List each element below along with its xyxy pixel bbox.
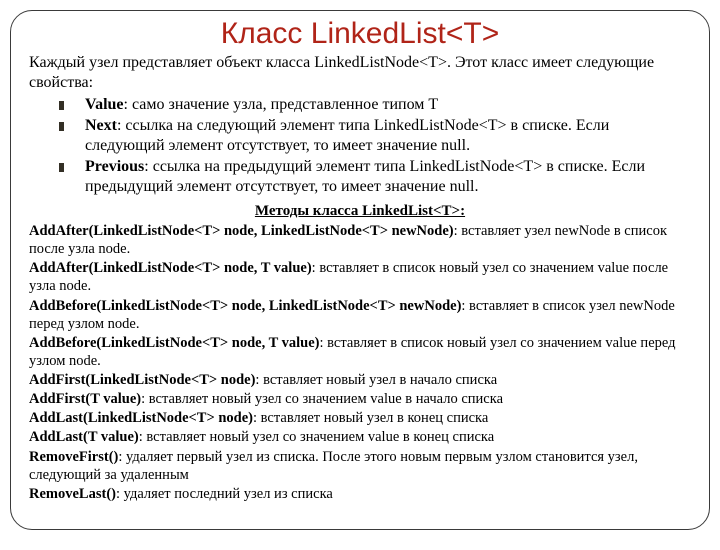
method-desc: : вставляет новый узел в начало списка: [255, 372, 497, 388]
method-sig: AddAfter(LinkedListNode<T> node, LinkedL…: [29, 223, 454, 239]
method-desc: : вставляет новый узел со значением valu…: [141, 391, 503, 407]
method-sig: AddFirst(LinkedListNode<T> node): [29, 372, 255, 388]
prop-name: Value: [85, 96, 124, 113]
prop-desc: : ссылка на следующий элемент типа Linke…: [85, 117, 609, 154]
list-item: Next: ссылка на следующий элемент типа L…: [59, 116, 691, 156]
method-sig: AddBefore(LinkedListNode<T> node, T valu…: [29, 335, 319, 351]
method-sig: AddLast(T value): [29, 429, 139, 445]
prop-name: Previous: [85, 158, 144, 175]
intro-text: Каждый узел представляет объект класса L…: [29, 53, 691, 93]
slide-frame: Класс LinkedList<T> Каждый узел представ…: [10, 10, 710, 530]
method-desc: : удаляет первый узел из списка. После э…: [29, 449, 638, 483]
method-item: AddLast(LinkedListNode<T> node): вставля…: [29, 409, 691, 427]
method-item: AddLast(T value): вставляет новый узел с…: [29, 428, 691, 446]
slide-title: Класс LinkedList<T>: [29, 17, 691, 51]
method-item: RemoveLast(): удаляет последний узел из …: [29, 485, 691, 503]
prop-desc: : само значение узла, представленное тип…: [124, 96, 439, 113]
method-sig: AddAfter(LinkedListNode<T> node, T value…: [29, 260, 312, 276]
method-item: AddAfter(LinkedListNode<T> node, LinkedL…: [29, 222, 691, 258]
property-list: Value: само значение узла, представленно…: [29, 95, 691, 197]
prop-desc: : ссылка на предыдущий элемент типа Link…: [85, 158, 645, 195]
method-sig: AddBefore(LinkedListNode<T> node, Linked…: [29, 298, 461, 314]
method-sig: RemoveFirst(): [29, 449, 118, 465]
method-sig: AddFirst(T value): [29, 391, 141, 407]
method-item: AddAfter(LinkedListNode<T> node, T value…: [29, 259, 691, 295]
method-sig: AddLast(LinkedListNode<T> node): [29, 410, 253, 426]
list-item: Value: само значение узла, представленно…: [59, 95, 691, 115]
method-item: AddFirst(T value): вставляет новый узел …: [29, 390, 691, 408]
method-item: RemoveFirst(): удаляет первый узел из сп…: [29, 448, 691, 484]
method-sig: RemoveLast(): [29, 486, 116, 502]
method-desc: : вставляет новый узел со значением valu…: [139, 429, 494, 445]
method-item: AddBefore(LinkedListNode<T> node, Linked…: [29, 297, 691, 333]
methods-heading: Методы класса LinkedList<T>:: [29, 203, 691, 220]
method-item: AddFirst(LinkedListNode<T> node): вставл…: [29, 371, 691, 389]
method-item: AddBefore(LinkedListNode<T> node, T valu…: [29, 334, 691, 370]
method-desc: : вставляет новый узел в конец списка: [253, 410, 488, 426]
list-item: Previous: ссылка на предыдущий элемент т…: [59, 157, 691, 197]
method-desc: : удаляет последний узел из списка: [116, 486, 333, 502]
prop-name: Next: [85, 117, 117, 134]
